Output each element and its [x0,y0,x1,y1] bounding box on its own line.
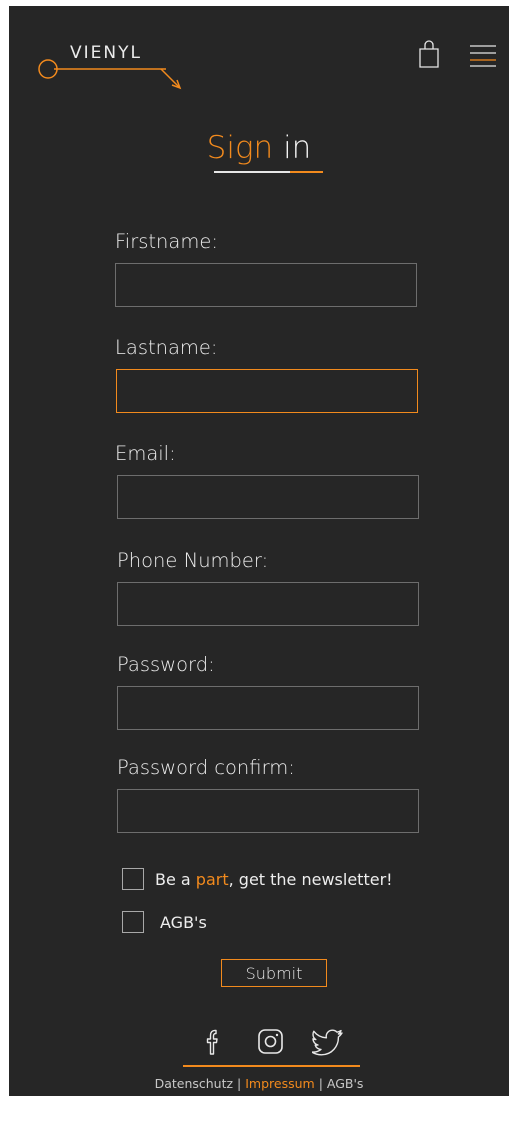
lastname-field[interactable] [116,369,418,413]
twitter-icon[interactable] [312,1028,346,1056]
firstname-label: Firstname: [115,230,218,253]
impressum-link[interactable]: Impressum [245,1076,314,1091]
password-input[interactable] [118,687,418,729]
agb-link[interactable]: AGB's [327,1076,364,1091]
email-field[interactable] [117,475,419,519]
phone-field[interactable] [117,582,419,626]
hamburger-menu-icon[interactable] [469,44,497,68]
app-screen: VIENYL Sign in Firstname: Lastname: Emai… [9,6,509,1096]
lastname-label: Lastname: [115,336,218,359]
email-input[interactable] [118,476,418,518]
facebook-icon[interactable] [202,1027,222,1057]
phone-input[interactable] [118,583,418,625]
password-field[interactable] [117,686,419,730]
agb-label[interactable]: AGB's [160,913,207,932]
title-sign: Sign [206,130,274,166]
firstname-input[interactable] [116,264,416,306]
newsletter-label-before: Be a [155,870,196,889]
page-title: Sign in [9,130,509,166]
brand-name: VIENYL [70,43,142,63]
password-confirm-input[interactable] [118,790,418,832]
newsletter-label-highlight: part [195,870,229,889]
password-confirm-label: Password confirm: [117,756,295,779]
instagram-icon[interactable] [257,1028,285,1056]
title-underline-orange [290,171,323,173]
agb-checkbox[interactable] [122,911,144,933]
logo[interactable]: VIENYL [9,6,199,101]
phone-label: Phone Number: [117,549,269,572]
title-underline-white [214,171,290,173]
datenschutz-link[interactable]: Datenschutz [155,1076,234,1091]
password-confirm-field[interactable] [117,789,419,833]
title-in: in [283,130,312,166]
newsletter-label[interactable]: Be a part, get the newsletter! [155,870,393,889]
footer-separator: | [314,1076,327,1091]
firstname-field[interactable] [115,263,417,307]
submit-button[interactable]: Submit [221,959,327,987]
lastname-input[interactable] [117,370,417,412]
shopping-bag-icon[interactable] [417,38,441,68]
email-label: Email: [115,442,176,465]
footer-separator: | [233,1076,246,1091]
newsletter-checkbox[interactable] [122,868,144,890]
footer-links: Datenschutz | Impressum | AGB's [9,1076,509,1091]
footer-divider [183,1065,360,1067]
newsletter-label-after: , get the newsletter! [228,870,393,889]
password-label: Password: [117,653,215,676]
